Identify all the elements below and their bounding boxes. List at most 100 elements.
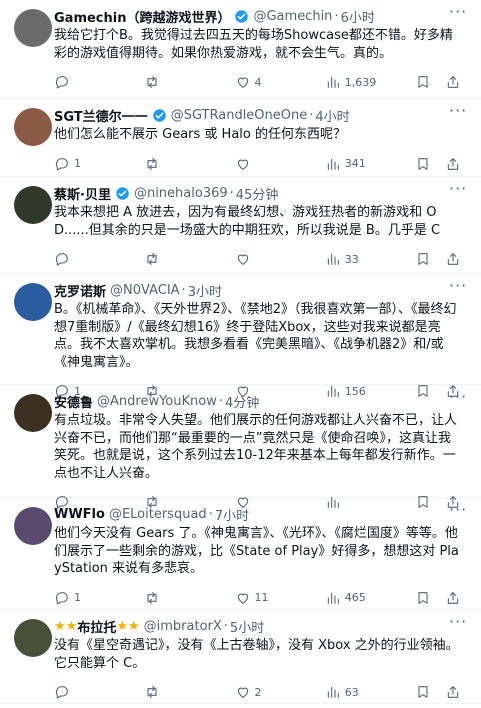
bookmark-button[interactable] xyxy=(415,74,431,90)
bookmark-button[interactable] xyxy=(415,156,431,172)
tweet-header: 克罗诺斯 @N0VACIA · 3小时 xyxy=(54,281,222,300)
retweet-button[interactable] xyxy=(144,74,234,90)
timestamp[interactable]: 6小时 xyxy=(341,7,375,26)
share-icon xyxy=(447,253,459,265)
like-count: 4 xyxy=(254,75,262,89)
avatar[interactable] xyxy=(14,9,52,47)
more-icon[interactable]: ··· xyxy=(449,4,467,24)
tweet-text: B。《机械革命》、《天外世界2》、《禁地2》（我很喜欢第一部）、《最终幻想7重制… xyxy=(54,302,457,370)
views-button[interactable]: 341 xyxy=(325,156,415,172)
like-button[interactable] xyxy=(235,251,325,267)
more-icon[interactable]: ··· xyxy=(449,389,467,409)
avatar[interactable] xyxy=(14,619,52,657)
author-handle[interactable]: @ELoitersquad xyxy=(109,507,207,522)
share-button[interactable] xyxy=(445,74,461,90)
tweet[interactable]: ··· Gamechin（跨越游戏世界） @Gamechin · 6小时 我给它… xyxy=(0,0,481,99)
like-button[interactable] xyxy=(235,156,325,172)
bookmark-icon xyxy=(418,253,428,265)
views-count: 341 xyxy=(344,157,366,170)
views-button[interactable]: 33 xyxy=(325,251,415,267)
views-icon xyxy=(327,592,339,604)
timestamp[interactable]: 45分钟 xyxy=(236,184,279,203)
retweet-button[interactable] xyxy=(144,590,234,606)
action-bar: 1 341 xyxy=(54,148,461,180)
author-handle[interactable]: @ninehalo369 xyxy=(134,186,228,201)
timestamp[interactable]: 4分钟 xyxy=(225,392,259,411)
heart-icon xyxy=(237,159,248,170)
like-button[interactable]: 11 xyxy=(235,590,325,606)
timestamp[interactable]: 5小时 xyxy=(230,617,264,636)
heart-icon xyxy=(237,593,248,604)
reply-count: 1 xyxy=(74,591,81,604)
bookmark-button[interactable] xyxy=(415,590,431,606)
author-handle[interactable]: @N0VACIA xyxy=(110,283,180,298)
share-button[interactable] xyxy=(445,684,461,700)
like-button[interactable]: 4 xyxy=(235,74,325,90)
timestamp[interactable]: 4小时 xyxy=(315,106,349,125)
avatar[interactable] xyxy=(14,186,52,224)
views-button[interactable]: 465 xyxy=(325,590,415,606)
tweet[interactable]: ··· WWFlo @ELoitersquad · 7小时 他们今天没有 Gea… xyxy=(0,498,481,610)
views-icon xyxy=(327,686,339,698)
share-button[interactable] xyxy=(445,251,461,267)
bookmark-button[interactable] xyxy=(415,251,431,267)
reply-icon xyxy=(55,253,68,266)
avatar[interactable] xyxy=(14,108,52,146)
more-icon[interactable]: ··· xyxy=(449,181,467,201)
author-name[interactable]: 蔡斯·贝里 xyxy=(54,184,111,203)
more-icon[interactable]: ··· xyxy=(449,103,467,123)
author-name[interactable]: SGT兰德尔一一 xyxy=(54,106,148,125)
views-button[interactable]: 63 xyxy=(325,684,415,700)
share-button[interactable] xyxy=(445,156,461,172)
retweet-button[interactable] xyxy=(144,684,234,700)
tweet[interactable]: ··· 安德鲁 @AndrewYouKnow · 4分钟 有点垃圾。非常令人失望… xyxy=(0,385,481,509)
views-count: 465 xyxy=(344,591,366,604)
tweet-header: SGT兰德尔一一 @SGTRandleOneOne · 4小时 xyxy=(54,106,350,125)
reply-button[interactable]: 1 xyxy=(54,590,144,606)
reply-button[interactable] xyxy=(54,251,144,267)
timestamp[interactable]: 3小时 xyxy=(188,281,222,300)
author-handle[interactable]: @imbratorX xyxy=(144,619,222,634)
tweet-text: 我本来想把 A 放进去，因为有最终幻想、游戏狂热者的新游戏和 OD......但… xyxy=(54,205,441,238)
tweet[interactable]: ··· ★★ 布拉托 ★★ @imbratorX · 5小时 没有《星空奇遇记》… xyxy=(0,610,481,704)
bookmark-button[interactable] xyxy=(415,684,431,700)
more-icon[interactable]: ··· xyxy=(449,502,467,522)
retweet-icon xyxy=(147,686,157,698)
retweet-button[interactable] xyxy=(144,156,234,172)
avatar[interactable] xyxy=(14,507,52,545)
author-handle[interactable]: @Gamechin xyxy=(253,9,332,24)
author-name[interactable]: 安德鲁 xyxy=(54,392,93,411)
reply-button[interactable]: 1 xyxy=(54,156,144,172)
tweet-text: 我给它打个B。我觉得过去四五天的每场Showcase都还不错。好多精彩的游戏值得… xyxy=(54,28,453,61)
more-icon[interactable]: ··· xyxy=(449,278,467,298)
reply-button[interactable] xyxy=(54,684,144,700)
author-handle[interactable]: @SGTRandleOneOne xyxy=(171,108,308,123)
author-name[interactable]: WWFlo xyxy=(54,507,105,522)
avatar[interactable] xyxy=(14,283,52,321)
author-name[interactable]: Gamechin（跨越游戏世界） xyxy=(54,7,230,26)
tweet-header: WWFlo @ELoitersquad · 7小时 xyxy=(54,505,250,524)
tweet-header: ★★ 布拉托 ★★ @imbratorX · 5小时 xyxy=(54,617,265,636)
tweet[interactable]: ··· 克罗诺斯 @N0VACIA · 3小时 B。《机械革命》、《天外世界2》… xyxy=(0,274,481,398)
like-button[interactable]: 2 xyxy=(235,684,325,700)
share-icon xyxy=(447,686,459,698)
avatar[interactable] xyxy=(14,394,52,432)
tweet[interactable]: ··· 蔡斯·贝里 @ninehalo369 · 45分钟 我本来想把 A 放进… xyxy=(0,177,481,274)
reply-button[interactable] xyxy=(54,74,144,90)
share-icon xyxy=(447,591,459,604)
retweet-icon xyxy=(147,253,157,265)
author-name[interactable]: 布拉托 xyxy=(77,617,116,636)
views-icon xyxy=(327,76,339,88)
tweet[interactable]: ··· SGT兰德尔一一 @SGTRandleOneOne · 4小时 他们怎么… xyxy=(0,99,481,177)
views-button[interactable]: 1,639 xyxy=(325,74,415,90)
more-icon[interactable]: ··· xyxy=(449,614,467,634)
retweet-button[interactable] xyxy=(144,251,234,267)
heart-icon xyxy=(237,77,248,88)
like-count: 11 xyxy=(254,591,269,604)
retweet-icon xyxy=(147,591,157,604)
timestamp[interactable]: 7小时 xyxy=(215,505,249,524)
author-handle[interactable]: @AndrewYouKnow xyxy=(97,394,217,409)
share-button[interactable] xyxy=(445,590,461,606)
share-icon xyxy=(447,76,459,88)
author-name[interactable]: 克罗诺斯 xyxy=(54,281,106,300)
